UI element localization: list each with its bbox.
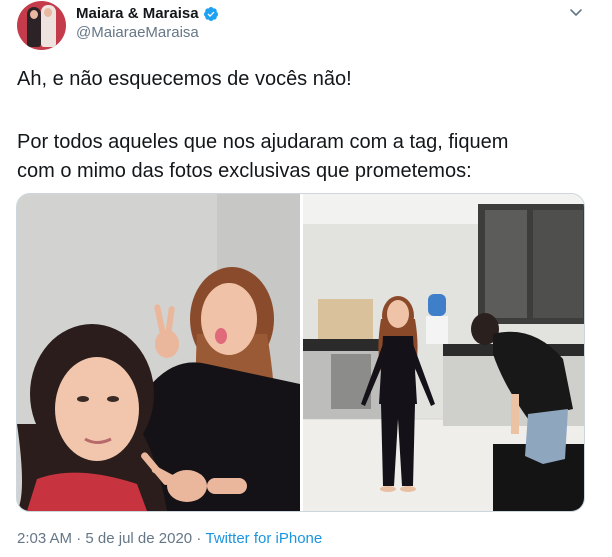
tweet-footer: 2:03 AM · 5 de jul de 2020 · Twitter for… <box>17 530 322 547</box>
avatar[interactable] <box>17 1 66 50</box>
display-name[interactable]: Maiara & Maraisa <box>76 5 199 22</box>
tweet-text-line-2: Por todos aqueles que nos ajudaram com a… <box>17 131 509 153</box>
photo-right[interactable] <box>303 194 584 511</box>
author-handle[interactable]: @MaiaraeMaraisa <box>76 24 199 41</box>
avatar-face-left <box>30 10 38 19</box>
media-grid <box>16 193 585 512</box>
tweet-date[interactable]: 5 de jul de 2020 <box>85 530 192 547</box>
tweet-time[interactable]: 2:03 AM <box>17 530 72 547</box>
author-name-row[interactable]: Maiara & Maraisa <box>76 5 219 22</box>
photo-left[interactable] <box>17 194 300 511</box>
tweet-text-line-3: com o mimo das fotos exclusivas que prom… <box>17 160 472 182</box>
tweet-card: Maiara & Maraisa @MaiaraeMaraisa Ah, e n… <box>0 0 612 557</box>
tweet-text-line-1: Ah, e não esquecemos de vocês não! <box>17 68 352 90</box>
footer-separator: · <box>192 530 206 547</box>
photo-right-illustration <box>303 194 584 511</box>
caret-down-icon[interactable] <box>568 4 584 20</box>
photo-left-illustration <box>17 194 300 511</box>
tweet-source-link[interactable]: Twitter for iPhone <box>206 530 323 547</box>
footer-separator: · <box>72 530 86 547</box>
verified-badge-icon <box>203 6 218 21</box>
avatar-face-right <box>44 8 52 17</box>
